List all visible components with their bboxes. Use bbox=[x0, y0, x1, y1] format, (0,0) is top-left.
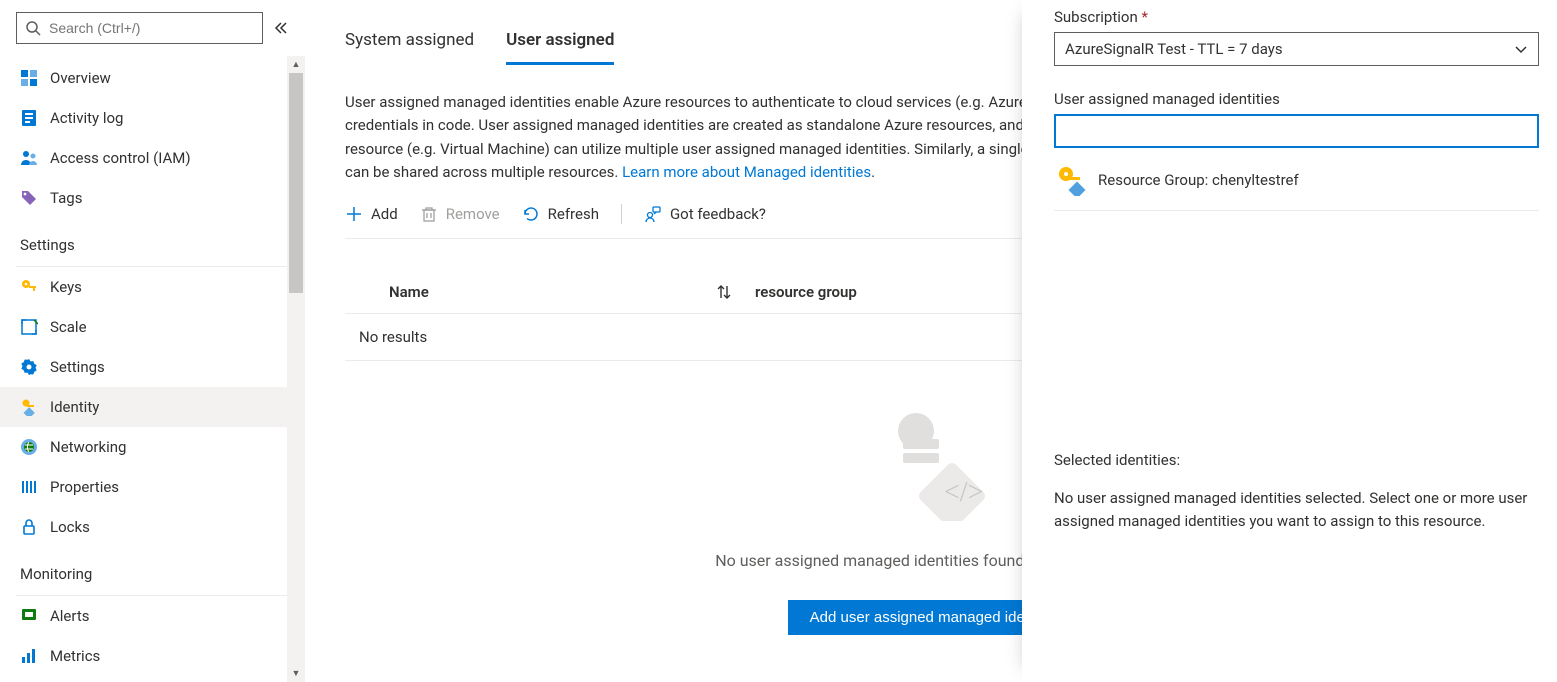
nav-section-monitoring: Monitoring bbox=[0, 547, 305, 589]
identity-illustration-icon: </> bbox=[871, 401, 991, 521]
sidebar-item-tags[interactable]: Tags bbox=[0, 178, 305, 218]
key-icon bbox=[20, 278, 38, 296]
scale-icon bbox=[20, 318, 38, 336]
identity-key-icon bbox=[1054, 164, 1086, 196]
add-button[interactable]: Add bbox=[345, 205, 398, 223]
identity-icon bbox=[20, 398, 38, 416]
metrics-icon bbox=[20, 647, 38, 665]
gear-icon bbox=[20, 358, 38, 376]
learn-more-link[interactable]: Learn more about Managed identities bbox=[622, 163, 871, 181]
nav-label: Properties bbox=[50, 478, 119, 496]
svg-text:</>: </> bbox=[944, 477, 983, 508]
tags-icon bbox=[20, 189, 38, 207]
scroll-up-icon[interactable]: ▲ bbox=[292, 56, 301, 73]
networking-icon bbox=[20, 438, 38, 456]
nav-label: Activity log bbox=[50, 109, 123, 127]
overview-icon bbox=[20, 69, 38, 87]
sidebar-item-settings[interactable]: Settings bbox=[0, 347, 305, 387]
uami-search-input[interactable] bbox=[1054, 114, 1539, 148]
nav-label: Identity bbox=[50, 398, 99, 416]
refresh-label: Refresh bbox=[548, 205, 599, 223]
remove-button: Remove bbox=[420, 205, 500, 223]
scroll-thumb[interactable] bbox=[289, 73, 303, 293]
log-icon bbox=[20, 109, 38, 127]
feedback-button[interactable]: Got feedback? bbox=[644, 205, 766, 223]
selected-identities-msg: No user assigned managed identities sele… bbox=[1054, 487, 1539, 534]
sidebar-item-keys[interactable]: Keys bbox=[0, 267, 305, 307]
refresh-button[interactable]: Refresh bbox=[522, 205, 599, 223]
iam-icon bbox=[20, 149, 38, 167]
nav-label: Tags bbox=[50, 189, 82, 207]
subscription-label: Subscription * bbox=[1054, 8, 1539, 26]
resource-group-suggestion[interactable]: Resource Group: chenyltestref bbox=[1054, 164, 1539, 211]
sidebar: Overview Activity log Access control (IA… bbox=[0, 0, 305, 682]
properties-icon bbox=[20, 478, 38, 496]
subscription-value: AzureSignalR Test - TTL = 7 days bbox=[1065, 40, 1283, 58]
remove-label: Remove bbox=[446, 205, 500, 223]
nav-label: Metrics bbox=[50, 647, 100, 665]
sidebar-item-scale[interactable]: Scale bbox=[0, 307, 305, 347]
lock-icon bbox=[20, 518, 38, 536]
trash-icon bbox=[420, 205, 438, 223]
sidebar-item-locks[interactable]: Locks bbox=[0, 507, 305, 547]
sidebar-search-input[interactable] bbox=[47, 19, 254, 37]
feedback-label: Got feedback? bbox=[670, 205, 766, 223]
nav-label: Locks bbox=[50, 518, 90, 536]
sidebar-search-box[interactable] bbox=[16, 12, 263, 44]
subscription-select[interactable]: AzureSignalR Test - TTL = 7 days bbox=[1054, 32, 1539, 66]
tab-system-assigned[interactable]: System assigned bbox=[345, 30, 474, 65]
sidebar-item-alerts[interactable]: Alerts bbox=[0, 596, 305, 636]
search-icon bbox=[25, 20, 41, 36]
nav-label: Settings bbox=[50, 358, 105, 376]
chevron-down-icon bbox=[1514, 42, 1528, 56]
sidebar-item-access-control[interactable]: Access control (IAM) bbox=[0, 138, 305, 178]
scroll-down-icon[interactable]: ▼ bbox=[292, 665, 301, 682]
tab-user-assigned[interactable]: User assigned bbox=[506, 30, 614, 65]
plus-icon bbox=[345, 205, 363, 223]
selected-identities-header: Selected identities: bbox=[1054, 451, 1539, 469]
nav-label: Alerts bbox=[50, 607, 90, 625]
sidebar-item-networking[interactable]: Networking bbox=[0, 427, 305, 467]
alerts-icon bbox=[20, 607, 38, 625]
nav-label: Keys bbox=[50, 278, 82, 296]
sidebar-item-metrics[interactable]: Metrics bbox=[0, 636, 305, 676]
col-header-name[interactable]: Name bbox=[345, 283, 715, 301]
sidebar-item-properties[interactable]: Properties bbox=[0, 467, 305, 507]
toolbar-sep bbox=[621, 204, 622, 224]
nav-label: Networking bbox=[50, 438, 126, 456]
refresh-icon bbox=[522, 205, 540, 223]
sidebar-scrollbar[interactable]: ▲ ▼ bbox=[287, 56, 305, 682]
nav-label: Scale bbox=[50, 318, 87, 336]
add-label: Add bbox=[371, 205, 398, 223]
uami-label: User assigned managed identities bbox=[1054, 90, 1539, 108]
collapse-sidebar-icon[interactable] bbox=[273, 20, 289, 36]
person-feedback-icon bbox=[644, 205, 662, 223]
sidebar-item-overview[interactable]: Overview bbox=[0, 58, 305, 98]
sidebar-item-activity-log[interactable]: Activity log bbox=[0, 98, 305, 138]
nav-label: Overview bbox=[50, 69, 111, 87]
sidebar-item-identity[interactable]: Identity bbox=[0, 387, 305, 427]
sort-icon[interactable] bbox=[715, 283, 733, 301]
add-identity-panel: Subscription * AzureSignalR Test - TTL =… bbox=[1022, 0, 1557, 682]
nav-section-settings: Settings bbox=[0, 218, 305, 260]
nav-label: Access control (IAM) bbox=[50, 149, 191, 167]
suggestion-label: Resource Group: chenyltestref bbox=[1098, 171, 1299, 189]
